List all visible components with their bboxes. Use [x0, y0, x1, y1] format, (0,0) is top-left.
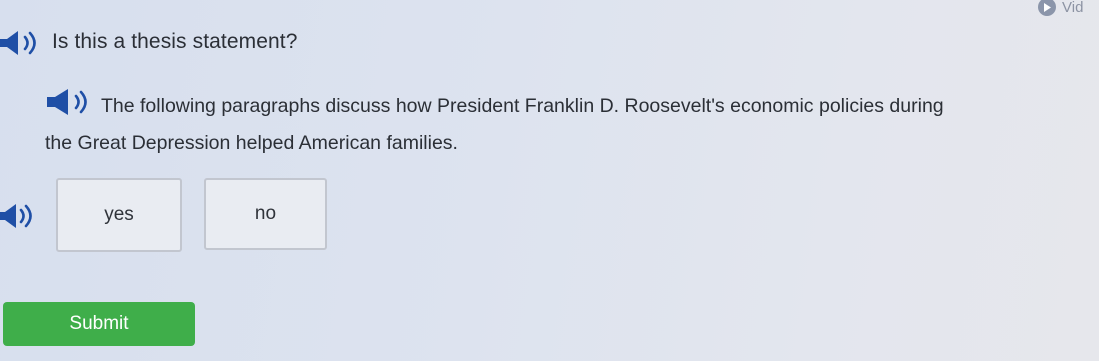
speaker-icon[interactable]: [0, 203, 36, 229]
choice-no-button[interactable]: no: [204, 178, 327, 250]
speaker-icon[interactable]: [0, 30, 38, 56]
choice-yes-label: yes: [104, 204, 134, 225]
video-badge[interactable]: Vid: [1038, 0, 1083, 16]
choice-yes-button[interactable]: yes: [56, 178, 182, 252]
question-text: Is this a thesis statement?: [52, 30, 298, 53]
submit-label: Submit: [69, 313, 129, 334]
passage-text: The following paragraphs discuss how Pre…: [45, 88, 1045, 162]
play-icon: [1038, 0, 1056, 16]
video-label: Vid: [1062, 0, 1084, 16]
submit-button[interactable]: Submit: [3, 302, 195, 346]
passage-line-1: The following paragraphs discuss how Pre…: [101, 95, 944, 117]
passage-line-2: the Great Depression helped American fam…: [45, 132, 458, 154]
choice-no-label: no: [254, 203, 277, 224]
